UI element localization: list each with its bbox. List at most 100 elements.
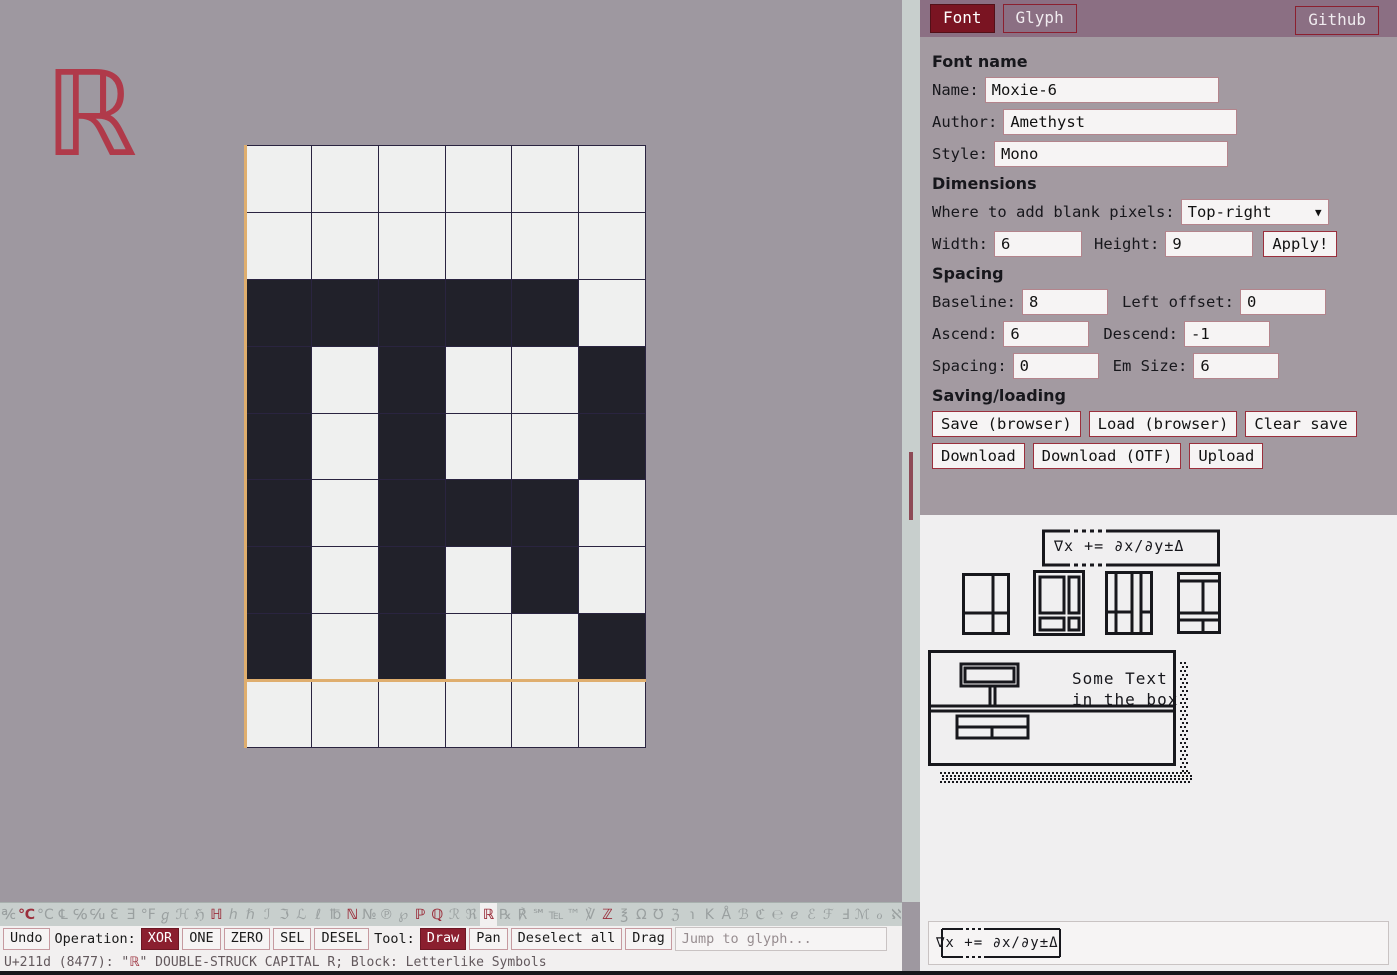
pixel-cell-5-1[interactable] — [311, 480, 378, 547]
font-style-input[interactable] — [994, 141, 1228, 167]
pixel-cell-3-3[interactable] — [445, 346, 512, 413]
pixel-cell-1-5[interactable] — [579, 212, 645, 279]
pixel-cell-3-0[interactable] — [245, 346, 311, 413]
glyph-strip-item[interactable]: °F — [140, 903, 157, 926]
pixel-cell-0-5[interactable] — [579, 146, 645, 212]
glyph-strip-item[interactable]: ℙ — [412, 903, 429, 926]
glyph-strip-item[interactable]: ℠ — [531, 903, 548, 926]
upload-button[interactable]: Upload — [1189, 443, 1264, 469]
save-browser-button[interactable]: Save (browser) — [932, 411, 1081, 437]
height-input[interactable] — [1165, 231, 1254, 257]
baseline-input[interactable] — [1022, 289, 1108, 315]
blank-pixels-select[interactable]: Top-right ▼ — [1180, 199, 1329, 225]
apply-dimensions-button[interactable]: Apply! — [1263, 231, 1338, 257]
glyph-strip-item[interactable]: °C — [36, 903, 55, 926]
glyph-strip-item[interactable]: ℒ — [293, 903, 310, 926]
operation-sel-button[interactable]: SEL — [273, 928, 312, 950]
pixel-cell-1-0[interactable] — [245, 212, 311, 279]
glyph-strip-item[interactable]: ℬ — [735, 903, 752, 926]
pixel-cell-1-3[interactable] — [445, 212, 512, 279]
pixel-cell-8-5[interactable] — [579, 681, 645, 747]
ascend-input[interactable] — [1003, 321, 1090, 347]
tool-drag-button[interactable]: Drag — [625, 928, 672, 950]
glyph-strip-item[interactable]: ℧ — [650, 903, 667, 926]
glyph-strip-item[interactable]: ℛ — [446, 903, 463, 926]
pixel-cell-4-3[interactable] — [445, 413, 512, 480]
pixel-cell-5-0[interactable] — [245, 480, 311, 547]
glyph-strip-item[interactable]: Ⅎ — [837, 903, 854, 926]
glyph-strip-item[interactable]: ℄ — [55, 903, 72, 926]
glyph-strip-item[interactable]: ℥ — [616, 903, 633, 926]
pixel-cell-1-4[interactable] — [512, 212, 579, 279]
glyph-strip-item[interactable]: ℅ — [72, 903, 89, 926]
undo-button[interactable]: Undo — [3, 928, 50, 950]
pixel-grid[interactable] — [245, 146, 645, 747]
pixel-cell-3-1[interactable] — [311, 346, 378, 413]
glyph-strip-item[interactable]: ℍ — [208, 903, 225, 926]
pixel-cell-7-4[interactable] — [512, 614, 579, 681]
pixel-cell-0-2[interactable] — [378, 146, 445, 212]
pixel-cell-6-1[interactable] — [311, 547, 378, 614]
pixel-cell-7-1[interactable] — [311, 614, 378, 681]
pixel-cell-2-4[interactable] — [512, 279, 579, 346]
glyph-strip-item[interactable]: Ɛ — [106, 903, 123, 926]
jump-to-glyph-input[interactable] — [674, 927, 887, 951]
pixel-cell-6-3[interactable] — [445, 547, 512, 614]
pixel-cell-4-5[interactable] — [579, 413, 645, 480]
pixel-cell-8-4[interactable] — [512, 681, 579, 747]
pixel-cell-4-2[interactable] — [378, 413, 445, 480]
glyph-strip-item[interactable]: ℔ — [327, 903, 344, 926]
glyph-strip-item[interactable]: ℃ — [17, 903, 36, 926]
glyph-strip-item[interactable]: ℱ — [820, 903, 837, 926]
deselect-all-button[interactable]: Deselect all — [510, 928, 623, 950]
tool-pan-button[interactable]: Pan — [469, 928, 508, 950]
operation-desel-button[interactable]: DESEL — [314, 928, 370, 950]
font-author-input[interactable] — [1003, 109, 1238, 135]
glyph-strip-item[interactable]: ℰ — [803, 903, 820, 926]
glyph-strip-item[interactable]: ℮ — [769, 903, 786, 926]
glyph-strip-item[interactable]: ℓ — [310, 903, 327, 926]
pixel-cell-5-4[interactable] — [512, 480, 579, 547]
glyph-strip-item[interactable]: ℣ — [582, 903, 599, 926]
pixel-cell-2-3[interactable] — [445, 279, 512, 346]
download-button[interactable]: Download — [932, 443, 1025, 469]
glyph-strip-item[interactable]: ℨ — [667, 903, 684, 926]
glyph-strip-item[interactable]: ℤ — [599, 903, 616, 926]
pixel-cell-3-5[interactable] — [579, 346, 645, 413]
pixel-cell-6-0[interactable] — [245, 547, 311, 614]
load-browser-button[interactable]: Load (browser) — [1088, 411, 1238, 437]
glyph-strip-item[interactable]: ™ — [565, 903, 582, 926]
width-input[interactable] — [994, 231, 1082, 257]
pixel-cell-4-0[interactable] — [245, 413, 311, 480]
glyph-strip-item[interactable]: ℞ — [497, 903, 514, 926]
glyph-strip-item[interactable]: Ω — [633, 903, 650, 926]
descend-input[interactable] — [1183, 321, 1270, 347]
glyph-strip-item[interactable]: ℚ — [429, 903, 446, 926]
glyph-strip-item[interactable]: ℏ — [242, 903, 259, 926]
glyph-strip-item[interactable]: ℐ — [259, 903, 276, 926]
glyph-strip-item[interactable]: ℜ — [463, 903, 480, 926]
glyph-strip-item[interactable]: ℀ — [0, 903, 17, 926]
glyph-strip-item[interactable]: Å — [718, 903, 735, 926]
pixel-cell-2-1[interactable] — [311, 279, 378, 346]
pixel-cell-5-3[interactable] — [445, 480, 512, 547]
glyph-strip-item[interactable]: ℟ — [514, 903, 531, 926]
glyph-strip[interactable]: ℀ ℃ °C ℄ ℅ ℆ Ɛ Ǝ °F ℊ ℋ ℌ ℍℎ ℏ ℐ ℑ ℒℓ ℔ ℕ № ℗ ℘ ℙ ℚ ℛ ℜ ℝ ℞ ℟ ℠ ℡ ™ ℣ ℤ ℥ Ω… — [0, 902, 902, 926]
left-offset-input[interactable] — [1239, 289, 1326, 315]
pixel-cell-0-4[interactable] — [512, 146, 579, 212]
pixel-cell-3-2[interactable] — [378, 346, 445, 413]
glyph-strip-item[interactable]: ℕ — [344, 903, 361, 926]
pixel-cell-7-2[interactable] — [378, 614, 445, 681]
pixel-cell-4-1[interactable] — [311, 413, 378, 480]
glyph-strip-item[interactable]: Ǝ — [123, 903, 140, 926]
pixel-cell-4-4[interactable] — [512, 413, 579, 480]
glyph-strip-item[interactable]: ℳ — [854, 903, 871, 926]
pixel-cell-0-3[interactable] — [445, 146, 512, 212]
pixel-cell-2-0[interactable] — [245, 279, 311, 346]
render-text-input[interactable]: ∇x += ∂x/∂y±Δ — [928, 921, 1389, 965]
operation-one-button[interactable]: ONE — [182, 928, 221, 950]
glyph-strip-item[interactable]: ℵ — [888, 903, 902, 926]
pixel-cell-2-5[interactable] — [579, 279, 645, 346]
glyph-canvas-area[interactable]: ℝ — [0, 0, 902, 902]
pixel-cell-8-2[interactable] — [378, 681, 445, 747]
